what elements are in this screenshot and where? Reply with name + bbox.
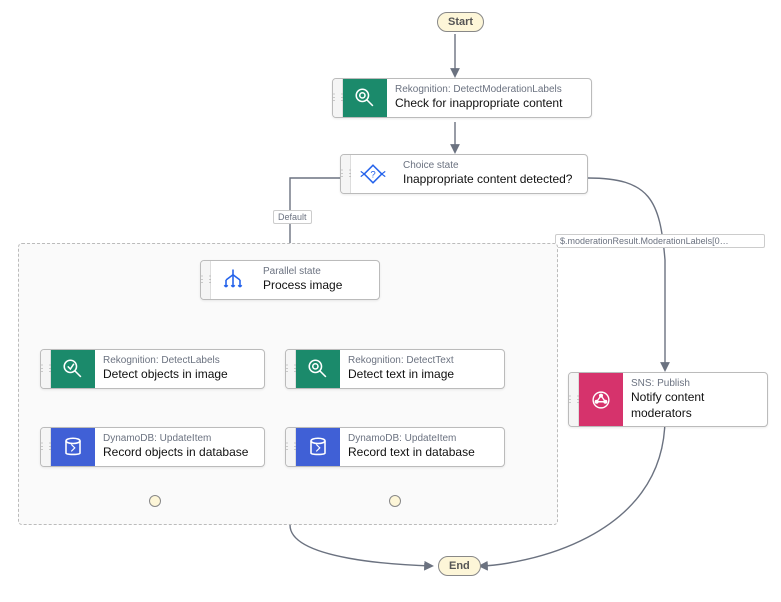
drag-handle[interactable]: ⋮⋮ [333,79,343,117]
service-label: Rekognition: DetectModerationLabels [395,84,562,96]
dynamodb-icon [296,428,340,466]
edge-label-condition: $.moderationResult.ModerationLabels[0… [555,234,765,248]
service-label: SNS: Publish [631,378,757,390]
service-label: Rekognition: DetectText [348,355,454,367]
action-label: Detect objects in image [103,367,228,383]
service-label: DynamoDB: UpdateItem [103,433,248,445]
service-label: DynamoDB: UpdateItem [348,433,475,445]
drag-handle[interactable]: ⋮⋮ [286,350,296,388]
action-label: Record objects in database [103,445,248,461]
start-node: Start [437,12,484,32]
node-detect-objects[interactable]: ⋮⋮ Rekognition: DetectLabels Detect obje… [40,349,265,389]
drag-handle[interactable]: ⋮⋮ [41,428,51,466]
edge-label-default: Default [273,210,312,224]
drag-handle[interactable]: ⋮⋮ [286,428,296,466]
drag-handle[interactable]: ⋮⋮ [341,155,351,193]
drag-handle[interactable]: ⋮⋮ [41,350,51,388]
action-label: Check for inappropriate content [395,96,562,112]
branch-end [389,495,401,507]
service-label: Choice state [403,160,572,172]
end-node: End [438,556,481,576]
branch-end [149,495,161,507]
dynamodb-icon [51,428,95,466]
svg-text:?: ? [370,169,375,180]
node-parallel[interactable]: ⋮⋮ Parallel state Process image [200,260,380,300]
node-notify-moderators[interactable]: ⋮⋮ SNS: Publish Notify content moderator… [568,372,768,427]
service-label: Parallel state [263,266,342,278]
node-detect-text[interactable]: ⋮⋮ Rekognition: DetectText Detect text i… [285,349,505,389]
node-record-objects[interactable]: ⋮⋮ DynamoDB: UpdateItem Record objects i… [40,427,265,467]
drag-handle[interactable]: ⋮⋮ [569,373,579,426]
rekognition-icon [51,350,95,388]
rekognition-icon [343,79,387,117]
action-label: Process image [263,278,342,294]
node-choice[interactable]: ⋮⋮ ? Choice state Inappropriate content … [340,154,588,194]
action-label: Notify content moderators [631,390,757,421]
node-check-content[interactable]: ⋮⋮ Rekognition: DetectModerationLabels C… [332,78,592,118]
action-label: Inappropriate content detected? [403,172,572,188]
start-label: Start [448,16,473,28]
action-label: Record text in database [348,445,475,461]
action-label: Detect text in image [348,367,454,383]
choice-icon: ? [351,155,395,193]
rekognition-icon [296,350,340,388]
drag-handle[interactable]: ⋮⋮ [201,261,211,299]
parallel-icon [211,261,255,299]
service-label: Rekognition: DetectLabels [103,355,228,367]
node-record-text[interactable]: ⋮⋮ DynamoDB: UpdateItem Record text in d… [285,427,505,467]
end-label: End [449,560,470,572]
sns-icon [579,373,623,426]
